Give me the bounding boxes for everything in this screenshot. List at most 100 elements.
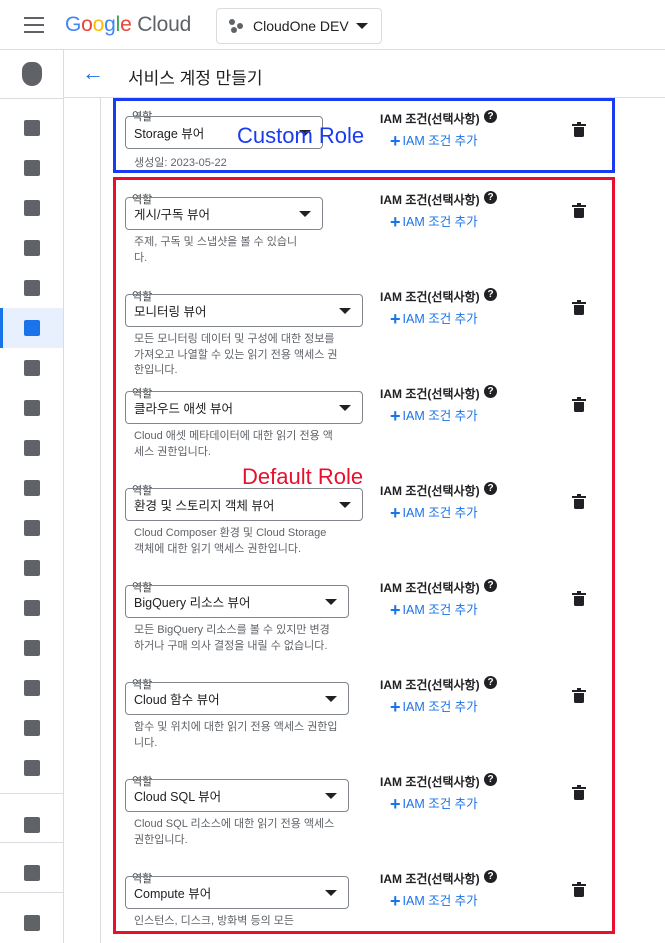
- sidebar-item[interactable]: [0, 108, 63, 148]
- role-select[interactable]: Cloud 함수 뷰어: [125, 682, 349, 715]
- add-iam-condition-button[interactable]: + IAM 조건 추가: [390, 211, 478, 233]
- delete-icon[interactable]: [572, 397, 586, 412]
- add-iam-condition-button[interactable]: + IAM 조건 추가: [390, 130, 478, 152]
- delete-icon[interactable]: [572, 494, 586, 509]
- add-iam-condition-button[interactable]: + IAM 조건 추가: [390, 405, 478, 427]
- add-iam-condition-button[interactable]: + IAM 조건 추가: [390, 502, 478, 524]
- document-search-icon: [23, 240, 40, 256]
- logo-letter: e: [120, 13, 132, 36]
- sidebar-item[interactable]: [0, 348, 63, 388]
- sidebar-item[interactable]: [0, 668, 63, 708]
- role-description: 모든 모니터링 데이터 및 구성에 대한 정보를 가져오고 나열할 수 있는 읽기…: [134, 332, 346, 379]
- role-select[interactable]: Compute 뷰어: [125, 876, 349, 909]
- sidebar-item[interactable]: [0, 148, 63, 188]
- add-iam-condition-label: IAM 조건 추가: [402, 894, 478, 908]
- help-icon[interactable]: ?: [484, 288, 497, 301]
- delete-icon[interactable]: [572, 122, 586, 137]
- role-select[interactable]: 모니터링 뷰어: [125, 294, 363, 327]
- plus-icon: +: [390, 794, 401, 814]
- plus-icon: +: [390, 503, 401, 523]
- add-iam-condition-button[interactable]: + IAM 조건 추가: [390, 890, 478, 912]
- role-select-value: Compute 뷰어: [134, 887, 212, 901]
- add-iam-condition-label: IAM 조건 추가: [402, 215, 478, 229]
- sidebar-divider: [0, 793, 63, 794]
- role-select[interactable]: 게시/구독 뷰어: [125, 197, 323, 230]
- edit-note-icon: [23, 865, 40, 881]
- add-iam-condition-label: IAM 조건 추가: [402, 797, 478, 811]
- sidebar-item[interactable]: [0, 903, 63, 943]
- chevron-down-icon: [356, 23, 368, 29]
- sidebar-item[interactable]: [0, 388, 63, 428]
- help-icon[interactable]: ?: [484, 773, 497, 786]
- role-select[interactable]: Cloud SQL 뷰어: [125, 779, 349, 812]
- sidebar-item[interactable]: [0, 548, 63, 588]
- sidebar-item[interactable]: [0, 188, 63, 228]
- diamond-icon: [23, 720, 40, 736]
- delete-icon[interactable]: [572, 591, 586, 606]
- role-description-line: 가져오고 나열할 수 있는 읽기 전용 액세스 권: [134, 348, 338, 361]
- sidebar-item[interactable]: [0, 748, 63, 788]
- sidebar-item[interactable]: [0, 508, 63, 548]
- add-iam-condition-label: IAM 조건 추가: [402, 506, 478, 520]
- role-select[interactable]: BigQuery 리소스 뷰어: [125, 585, 349, 618]
- sidebar-item[interactable]: [0, 853, 63, 893]
- logo-letter: g: [104, 13, 116, 36]
- chevron-down-icon: [325, 793, 337, 799]
- menu-icon[interactable]: [24, 17, 44, 33]
- chevron-down-icon: [325, 696, 337, 702]
- role-select-value: 클라우드 애셋 뷰어: [134, 402, 233, 416]
- add-iam-condition-button[interactable]: + IAM 조건 추가: [390, 308, 478, 330]
- role-select[interactable]: 클라우드 애셋 뷰어: [125, 391, 363, 424]
- help-icon[interactable]: ?: [484, 482, 497, 495]
- plus-icon: +: [390, 406, 401, 426]
- top-bar: Google Cloud CloudOne DEV: [0, 0, 665, 50]
- article-icon: [23, 280, 40, 296]
- sidebar-item[interactable]: [0, 468, 63, 508]
- role-select-value: BigQuery 리소스 뷰어: [134, 596, 251, 610]
- sidebar-item[interactable]: [0, 268, 63, 308]
- project-selector[interactable]: CloudOne DEV: [216, 8, 382, 44]
- role-description: 모든 BigQuery 리소스를 볼 수 있지만 변경 하거나 구매 의사 결정을…: [134, 623, 346, 654]
- iam-condition-title: IAM 조건(선택사항): [380, 387, 480, 401]
- sidebar-item[interactable]: [0, 228, 63, 268]
- logo-product: Cloud: [137, 13, 192, 36]
- help-icon[interactable]: ?: [484, 110, 497, 123]
- sidebar-item[interactable]: [0, 308, 63, 348]
- iam-condition-title: IAM 조건(선택사항): [380, 775, 480, 789]
- back-arrow-icon[interactable]: ←: [82, 62, 104, 84]
- iam-condition-title: IAM 조건(선택사항): [380, 484, 480, 498]
- project-icon: [229, 19, 243, 33]
- help-icon[interactable]: ?: [484, 579, 497, 592]
- shield-account-icon: [21, 62, 42, 86]
- delete-icon[interactable]: [572, 203, 586, 218]
- add-iam-condition-button[interactable]: + IAM 조건 추가: [390, 793, 478, 815]
- plus-icon: +: [390, 131, 401, 151]
- delete-icon[interactable]: [572, 785, 586, 800]
- delete-icon[interactable]: [572, 688, 586, 703]
- iam-condition-title: IAM 조건(선택사항): [380, 872, 480, 886]
- help-icon[interactable]: ?: [484, 191, 497, 204]
- settings-icon: [23, 480, 40, 496]
- help-icon[interactable]: ?: [484, 676, 497, 689]
- service-account-icon: [23, 320, 40, 336]
- sidebar-item[interactable]: [0, 708, 63, 748]
- sidebar-item[interactable]: [0, 628, 63, 668]
- iam-condition-title: IAM 조건(선택사항): [380, 581, 480, 595]
- delete-icon[interactable]: [572, 882, 586, 897]
- contact-icon: [23, 680, 40, 696]
- add-iam-condition-button[interactable]: + IAM 조건 추가: [390, 599, 478, 621]
- role-select-value: 모니터링 뷰어: [134, 305, 207, 319]
- sidebar-item[interactable]: [0, 428, 63, 468]
- plus-icon: +: [390, 697, 401, 717]
- role-description-line: 세스 권한입니다.: [134, 445, 211, 458]
- help-icon[interactable]: ?: [484, 870, 497, 883]
- add-iam-condition-button[interactable]: + IAM 조건 추가: [390, 696, 478, 718]
- delete-icon[interactable]: [572, 300, 586, 315]
- sidebar-item[interactable]: [0, 805, 63, 845]
- role-select[interactable]: 환경 및 스토리지 객체 뷰어: [125, 488, 363, 521]
- help-icon[interactable]: ?: [484, 385, 497, 398]
- google-cloud-logo[interactable]: Google Cloud: [65, 13, 191, 37]
- sidebar-item[interactable]: [0, 588, 63, 628]
- default-role-annotation: Default Role: [242, 464, 364, 489]
- sidebar-item[interactable]: [0, 54, 63, 94]
